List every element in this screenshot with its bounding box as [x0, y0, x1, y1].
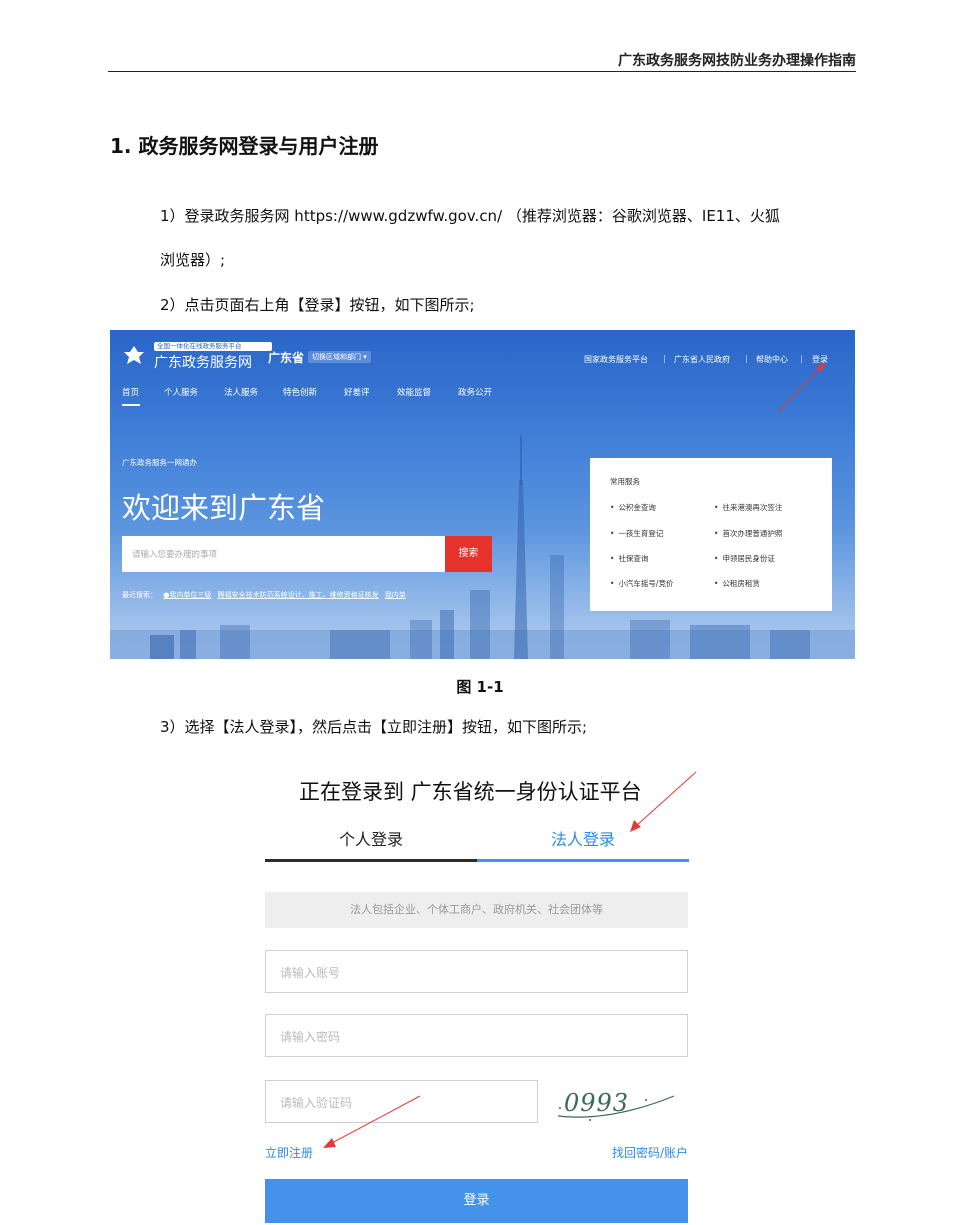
login-screenshot: 正在登录到 广东省统一身份认证平台 个人登录 法人登录 法人包括企业、个体工商户…: [250, 760, 710, 1225]
step3-text: 3）选择【法人登录】，然后点击【立即注册】按钮，如下图所示;: [160, 718, 588, 736]
document-header: 广东政务服务网技防业务办理操作指南: [108, 50, 856, 72]
step1-text-cont: 浏览器）;: [160, 251, 226, 269]
step1-text: 1）登录政务服务网 https://www.gdzwfw.gov.cn/ （推荐…: [160, 207, 780, 225]
figure-caption: 图 1-1: [456, 678, 504, 696]
portal-screenshot: 全国一体化在线政务服务平台 广东政务服务网 广东省 切换区域和部门 ▾ 国家政务…: [110, 330, 855, 659]
annotation-arrow-icon: [323, 771, 697, 1148]
annotation-arrow-icon: [777, 362, 826, 413]
header-title: 广东政务服务网技防业务办理操作指南: [618, 53, 856, 69]
section-title: 1. 政务服务网登录与用户注册: [110, 134, 379, 158]
step2-text: 2）点击页面右上角【登录】按钮，如下图所示;: [160, 296, 475, 314]
